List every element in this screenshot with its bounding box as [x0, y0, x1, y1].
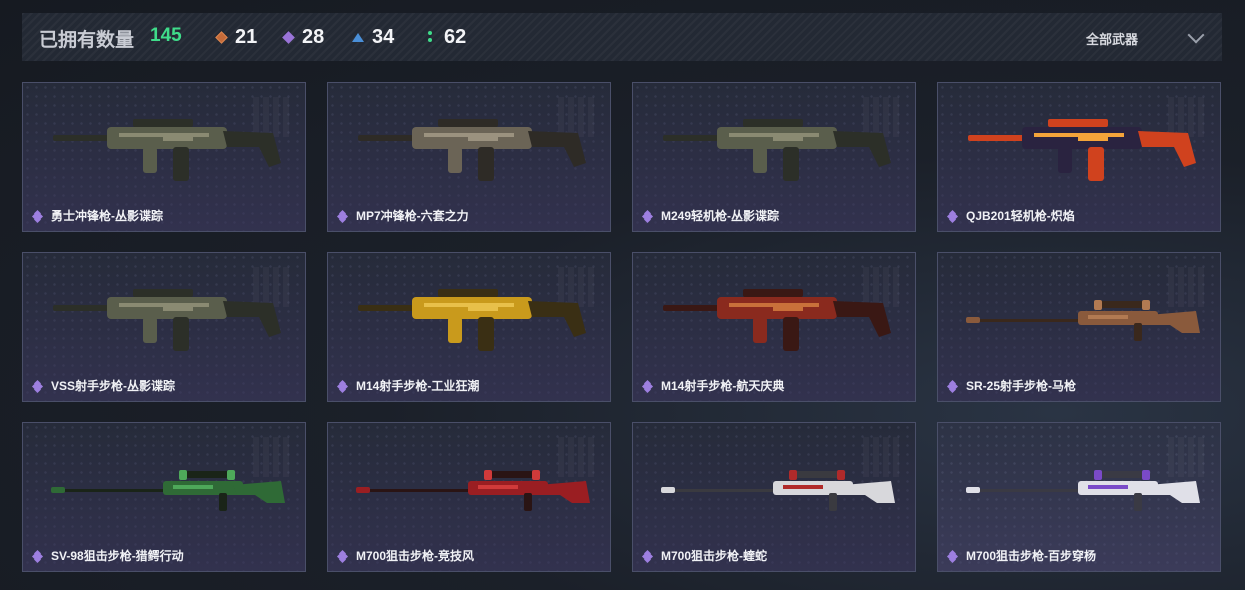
rarity-purple-icon [946, 549, 959, 563]
weapon-name-label: VSS射手步枪-丛影谍踪 [51, 379, 176, 393]
weapon-card[interactable]: M700狙击步枪-蝰蛇 [632, 422, 916, 572]
weapon-name: M249轻机枪-丛影谍踪 [641, 207, 780, 224]
rarity-purple-icon [31, 379, 44, 393]
stat-blue: 34 [352, 24, 394, 50]
rarity-purple-icon [31, 549, 44, 563]
weapon-name-label: SV-98狙击步枪-猎鳄行动 [51, 549, 184, 563]
weapon-name-label: M249轻机枪-丛影谍踪 [661, 209, 780, 223]
weapon-image [968, 119, 1196, 181]
weapon-card[interactable]: MP7冲锋枪-六套之力 [327, 82, 611, 232]
weapon-card[interactable]: M14射手步枪-工业狂潮 [327, 252, 611, 402]
weapon-name-label: M14射手步枪-工业狂潮 [356, 379, 480, 393]
weapon-image [966, 300, 1200, 341]
weapon-card[interactable]: M700狙击步枪-竞技风 [327, 422, 611, 572]
stat-green: 62 [424, 24, 466, 50]
weapon-name: M14射手步枪-航天庆典 [641, 377, 785, 394]
weapon-image [661, 470, 895, 511]
weapon-card[interactable]: 勇士冲锋枪-丛影谍踪 [22, 82, 306, 232]
weapon-name: QJB201轻机枪-炽焰 [946, 207, 1075, 224]
top-bar: 已拥有数量 145 21 28 34 62 全部武器 [22, 13, 1222, 61]
filter-label: 全部武器 [1086, 31, 1139, 47]
weapon-name-label: QJB201轻机枪-炽焰 [966, 209, 1075, 223]
weapon-image [663, 119, 891, 181]
rarity-purple-icon [641, 549, 654, 563]
weapon-card[interactable]: QJB201轻机枪-炽焰 [937, 82, 1221, 232]
purple-diamond-icon [282, 31, 295, 44]
weapon-image [51, 470, 285, 511]
weapon-image [966, 470, 1200, 511]
weapon-card[interactable]: SR-25射手步枪-马枪 [937, 252, 1221, 402]
blue-triangle-icon [352, 31, 364, 43]
weapon-name-label: M700狙击步枪-竞技风 [356, 549, 475, 563]
owned-count: 145 [150, 25, 182, 46]
green-dots-icon [424, 31, 436, 43]
weapon-name: MP7冲锋枪-六套之力 [336, 207, 469, 224]
orange-diamond-icon [215, 31, 228, 44]
rarity-purple-icon [946, 379, 959, 393]
weapon-name: VSS射手步枪-丛影谍踪 [31, 377, 176, 394]
weapon-image [356, 470, 590, 511]
weapon-image [663, 289, 891, 351]
weapon-name-label: 勇士冲锋枪-丛影谍踪 [51, 209, 163, 223]
weapon-name: M14射手步枪-工业狂潮 [336, 377, 480, 394]
stat-value: 34 [372, 25, 395, 48]
weapon-name-label: M700狙击步枪-百步穿杨 [966, 549, 1097, 563]
weapon-image [53, 289, 281, 351]
weapon-card[interactable]: M700狙击步枪-百步穿杨 [937, 422, 1221, 572]
stat-purple: 28 [282, 24, 324, 50]
weapon-name-label: SR-25射手步枪-马枪 [966, 379, 1077, 393]
weapon-name-label: MP7冲锋枪-六套之力 [356, 209, 469, 223]
stat-value: 21 [235, 25, 258, 48]
stat-orange: 21 [215, 24, 257, 50]
chevron-down-icon [1187, 26, 1205, 44]
weapon-name: 勇士冲锋枪-丛影谍踪 [31, 207, 163, 224]
weapon-name: M700狙击步枪-蝰蛇 [641, 547, 768, 564]
weapon-card[interactable]: VSS射手步枪-丛影谍踪 [22, 252, 306, 402]
rarity-purple-icon [641, 379, 654, 393]
weapon-name-label: M14射手步枪-航天庆典 [661, 379, 785, 393]
weapon-name: M700狙击步枪-竞技风 [336, 547, 475, 564]
weapon-filter-dropdown[interactable]: 全部武器 [1086, 26, 1216, 50]
weapon-image [358, 119, 586, 181]
weapon-name: SV-98狙击步枪-猎鳄行动 [31, 547, 184, 564]
weapon-image [53, 119, 281, 181]
rarity-purple-icon [641, 209, 654, 223]
rarity-purple-icon [336, 549, 349, 563]
rarity-purple-icon [946, 209, 959, 223]
owned-label: 已拥有数量 [39, 30, 135, 51]
stat-value: 62 [444, 25, 467, 48]
weapon-name: M700狙击步枪-百步穿杨 [946, 547, 1097, 564]
rarity-purple-icon [336, 209, 349, 223]
weapon-image [358, 289, 586, 351]
rarity-purple-icon [31, 209, 44, 223]
weapon-card[interactable]: M14射手步枪-航天庆典 [632, 252, 916, 402]
weapon-card[interactable]: M249轻机枪-丛影谍踪 [632, 82, 916, 232]
weapon-name-label: M700狙击步枪-蝰蛇 [661, 549, 768, 563]
rarity-purple-icon [336, 379, 349, 393]
stat-value: 28 [302, 25, 325, 48]
weapon-card[interactable]: SV-98狙击步枪-猎鳄行动 [22, 422, 306, 572]
weapon-name: SR-25射手步枪-马枪 [946, 377, 1077, 394]
